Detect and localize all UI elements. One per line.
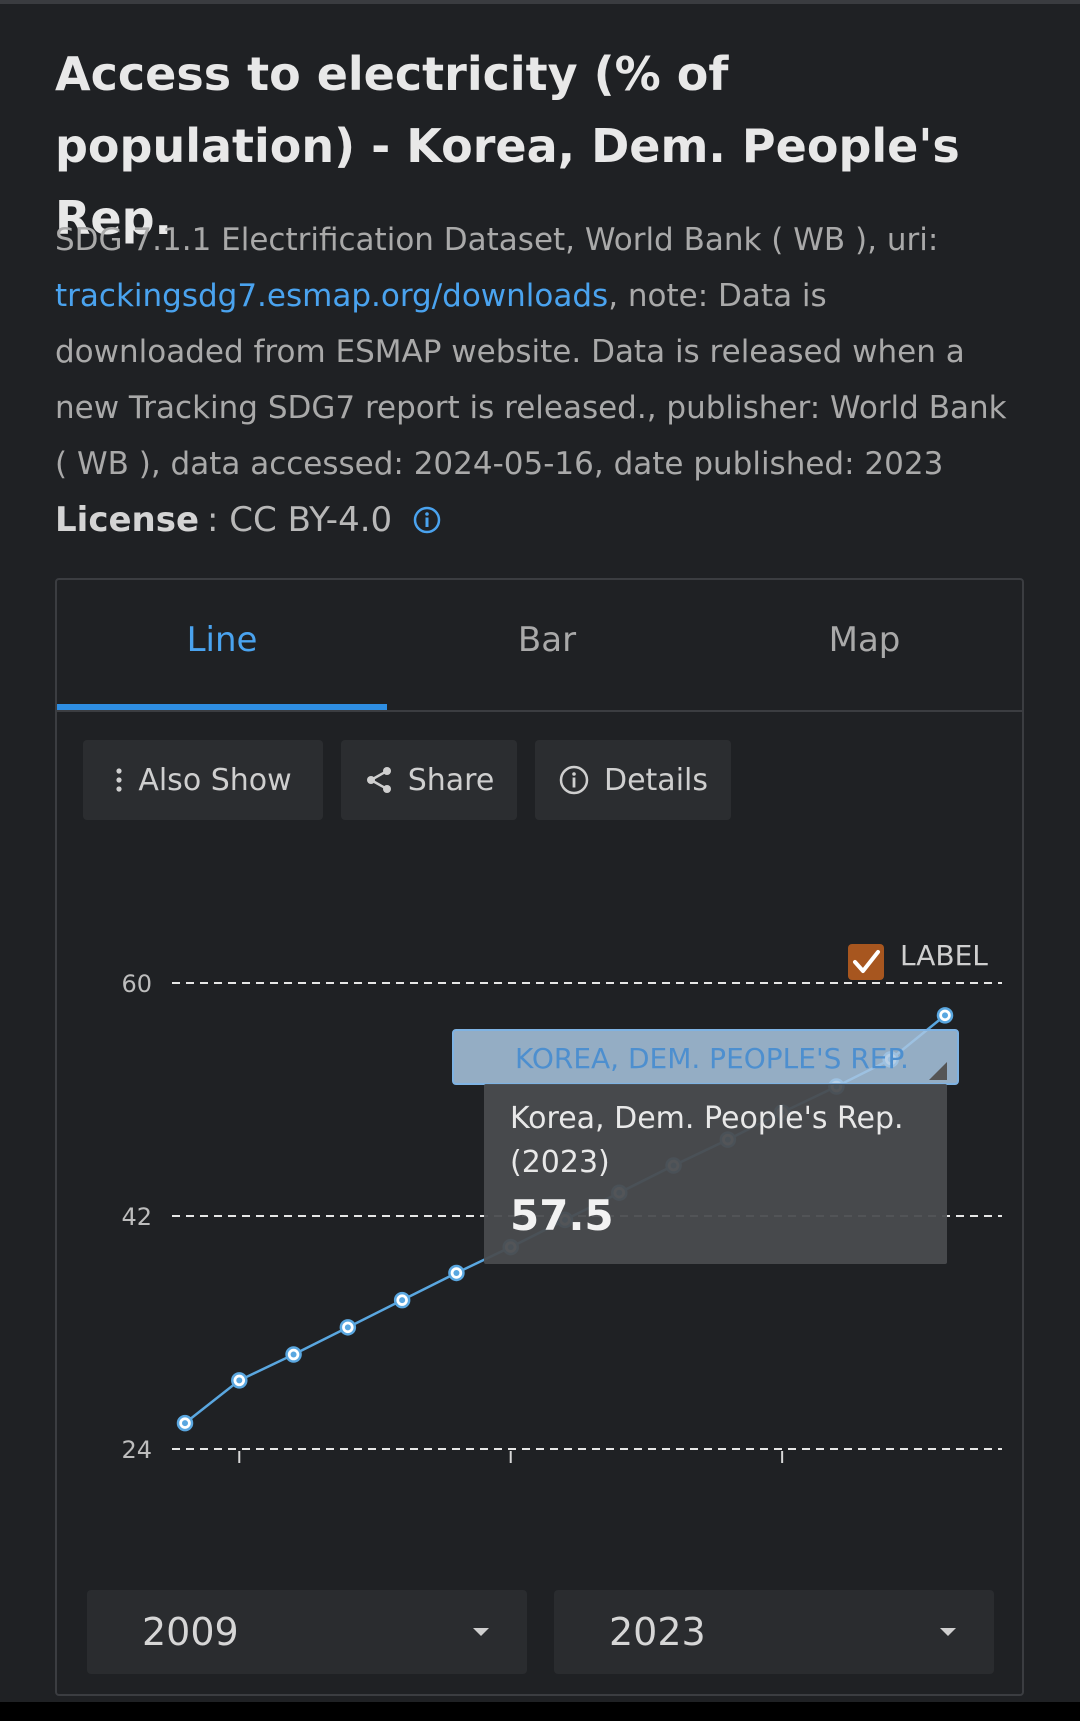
series-label-box[interactable]: KOREA, DEM. PEOPLE'S REP.: [452, 1029, 959, 1085]
data-point-center: [942, 1012, 948, 1019]
label-toggle[interactable]: LABEL: [848, 939, 988, 980]
source-link[interactable]: trackingsdg7.esmap.org/downloads: [55, 278, 608, 314]
start-year-select[interactable]: 2009: [87, 1590, 527, 1674]
info-icon[interactable]: [412, 505, 442, 535]
chart-card: Line Bar Map Also Show Share Details 24 …: [55, 578, 1024, 1696]
label-toggle-text: LABEL: [900, 939, 988, 972]
y-axis-ticks: 24 42 60: [121, 970, 152, 1464]
license-line: License : CC BY-4.0: [55, 495, 442, 545]
tooltip-title: Korea, Dem. People's Rep.: [510, 1101, 904, 1136]
y-tick-label: 42: [121, 1203, 152, 1231]
data-point-center: [399, 1297, 406, 1304]
data-point-center: [182, 1420, 188, 1427]
data-point-center: [236, 1377, 243, 1384]
tooltip-value: 57.5: [510, 1191, 614, 1240]
tooltip: Korea, Dem. People's Rep. (2023) 57.5: [484, 1084, 947, 1264]
source-text-prefix: SDG 7.1.1 Electrification Dataset, World…: [55, 222, 939, 258]
top-divider: [0, 0, 1080, 4]
end-year-value: 2023: [609, 1610, 706, 1654]
license-label: License: [55, 500, 200, 540]
data-point-center: [344, 1324, 351, 1331]
y-tick-label: 24: [121, 1436, 152, 1464]
chevron-down-icon: [940, 1628, 956, 1636]
source-citation: SDG 7.1.1 Electrification Dataset, World…: [55, 212, 1015, 492]
x-axis-ticks: [238, 1451, 784, 1463]
bottom-bar: [0, 1702, 1080, 1721]
tooltip-year: (2023): [510, 1145, 610, 1180]
series-label-text: KOREA, DEM. PEOPLE'S REP.: [515, 1042, 909, 1075]
line-chart: 24 42 60 LABEL KOREA, DEM. PEOPLE'S REP. K…: [121, 939, 1002, 1464]
y-tick-label: 60: [121, 970, 152, 998]
chevron-down-icon: [473, 1628, 489, 1636]
data-point-center: [453, 1269, 460, 1276]
license-value: : CC BY-4.0: [207, 500, 393, 540]
end-year-select[interactable]: 2023: [554, 1590, 994, 1674]
data-point-center: [290, 1351, 297, 1358]
start-year-value: 2009: [142, 1610, 239, 1654]
